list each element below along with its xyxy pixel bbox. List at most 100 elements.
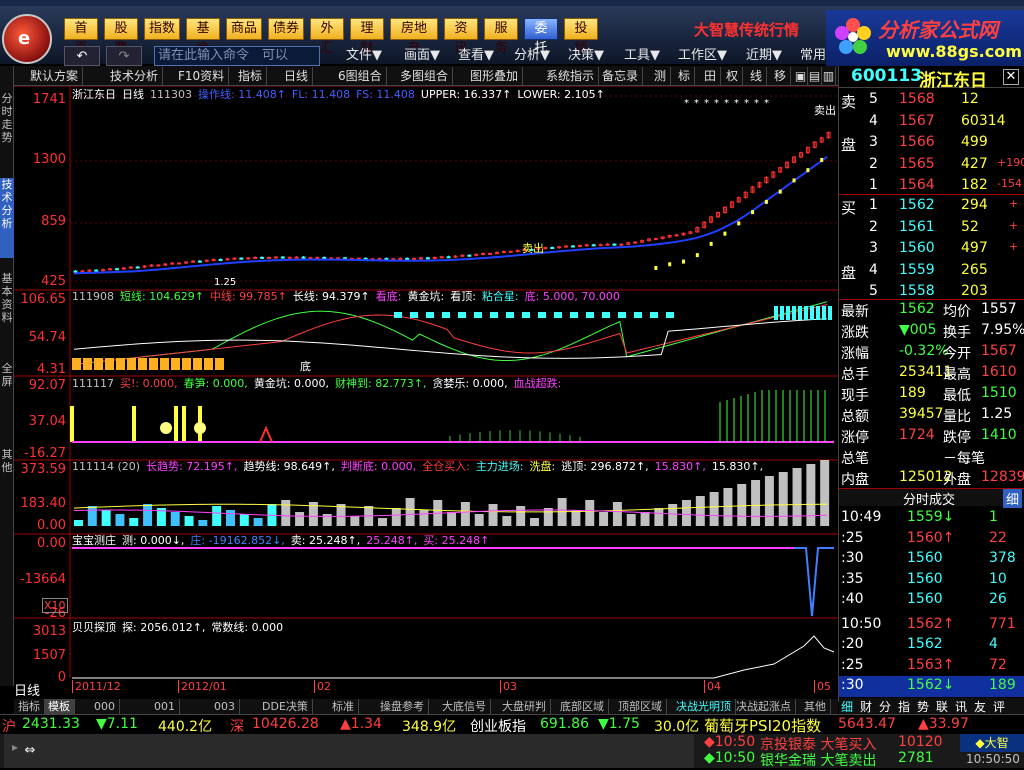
quote-tab-5[interactable]: 联 (936, 698, 948, 715)
tick-row-5[interactable]: 10:50 1562↑ 771 (839, 615, 1024, 636)
menu-button-0[interactable]: 首页 (64, 18, 98, 56)
menu-button-11[interactable]: 委托 (524, 18, 558, 56)
toolbar-item-4[interactable]: 日线 (280, 67, 314, 85)
nav-menu-item-4[interactable]: 决策▼ (568, 46, 604, 66)
toolbar-item-7[interactable]: 图形叠加 (466, 67, 524, 85)
bottom-tab-9[interactable]: 大盘研判 (498, 699, 551, 714)
stat-row-1[interactable]: 涨跌 ▼005 换手 7.95% (839, 321, 1024, 342)
bottom-tab-2[interactable]: 000 (90, 699, 120, 714)
sz-index[interactable]: 10426.28 (252, 716, 319, 732)
quote-tab-0[interactable]: 细 (841, 698, 853, 715)
nav-menu-item-2[interactable]: 查看▼ (458, 46, 494, 66)
menu-button-8[interactable]: 房地产 (390, 18, 438, 56)
menu-button-12[interactable]: 投顾 (564, 18, 598, 56)
left-tab-0[interactable]: 分时走势 (0, 92, 14, 172)
quote-tab-1[interactable]: 财 (860, 698, 872, 715)
forward-button[interactable]: ↷ (106, 46, 142, 66)
stat-row-0[interactable]: 最新 1562 均价 1557 (839, 300, 1024, 321)
menu-button-2[interactable]: 指数 (144, 18, 180, 40)
toolbar-item-1[interactable]: 技术分析 (106, 67, 164, 85)
ask-row-0[interactable]: 卖 5 1568 12 (839, 90, 1024, 111)
app-logo[interactable]: e (2, 14, 52, 64)
toolbar-item-11[interactable]: 标 (674, 67, 696, 85)
tick-row-4[interactable]: :40 1560 26 (839, 590, 1024, 611)
nav-menu-item-1[interactable]: 画面▼ (404, 46, 440, 66)
bottom-tab-10[interactable]: 底部区域 (556, 699, 609, 714)
menu-button-3[interactable]: 基金 (186, 18, 220, 56)
stat-row-2[interactable]: 涨幅 -0.32% 今开 1567 (839, 342, 1024, 363)
tick-row-7[interactable]: :25 1563↑ 72 (839, 656, 1024, 677)
news-slider-icon[interactable]: ⇔ (20, 734, 40, 768)
left-tab-4[interactable]: 其他 (0, 448, 14, 488)
bottom-tab-13[interactable]: 决战起涨点 (732, 699, 796, 714)
toolbar-item-9[interactable]: 备忘录 (598, 67, 644, 85)
bottom-tab-1[interactable]: 模板 (44, 699, 75, 714)
tick-row-2[interactable]: :30 1560 378 (839, 549, 1024, 570)
toolbar-window-icon-1[interactable]: ▤ (808, 67, 822, 85)
bottom-tab-11[interactable]: 顶部区域 (614, 699, 667, 714)
quote-tab-2[interactable]: 分 (879, 698, 891, 715)
nav-menu-item-3[interactable]: 分析▼ (514, 46, 550, 66)
menu-button-6[interactable]: 外汇 (310, 18, 344, 56)
left-tab-2[interactable]: 基本资料 (0, 272, 14, 352)
toolbar-window-icon-0[interactable]: ▣ (794, 67, 808, 85)
nav-menu-item-5[interactable]: 工具▼ (624, 46, 660, 66)
nav-menu-item-6[interactable]: 工作区▼ (678, 46, 727, 66)
menu-button-1[interactable]: 股票 (104, 18, 138, 56)
left-tab-3[interactable]: 全屏 (0, 362, 14, 402)
quote-tab-7[interactable]: 友 (974, 698, 986, 715)
stat-row-8[interactable]: 内盘125012外盘128399 (839, 468, 1024, 489)
toolbar-item-0[interactable]: 默认方案 (26, 67, 84, 85)
toolbar-window-icon-2[interactable]: ▥ (822, 67, 836, 85)
cy-index[interactable]: 691.86 (540, 716, 589, 732)
toolbar-item-14[interactable]: 线 (746, 67, 768, 85)
back-button[interactable]: ↶ (64, 46, 100, 66)
command-input[interactable]: 请在此输入命令 可以 (154, 46, 320, 66)
toolbar-item-2[interactable]: F10资料 (174, 67, 230, 85)
stat-row-4[interactable]: 现手 189 最低 1510 (839, 384, 1024, 405)
bottom-tab-0[interactable]: 指标 (14, 699, 45, 714)
menu-button-9[interactable]: 资讯 (444, 18, 478, 56)
nav-menu-item-0[interactable]: 文件▼ (346, 46, 382, 66)
tick-row-1[interactable]: :25 1560↑ 22 (839, 529, 1024, 550)
nav-menu-item-7[interactable]: 近期▼ (746, 46, 782, 66)
stat-row-5[interactable]: 总额 39457 量比 1.25 (839, 405, 1024, 426)
quote-tab-3[interactable]: 指 (898, 698, 910, 715)
bottom-tab-4[interactable]: 003 (210, 699, 240, 714)
tick-row-8[interactable]: :30 1562↓ 189 (839, 676, 1024, 697)
bottom-tab-12[interactable]: 决战光明顶 (672, 699, 736, 714)
bottom-tab-7[interactable]: 操盘参考 (376, 699, 429, 714)
bid-row-1[interactable]: 2 1561 52 + (839, 218, 1024, 239)
toolbar-item-3[interactable]: 指标 (234, 67, 268, 85)
bottom-tab-6[interactable]: 标准 (328, 699, 359, 714)
menu-button-5[interactable]: 债券 (268, 18, 304, 40)
quote-tab-6[interactable]: 讯 (955, 698, 967, 715)
toolbar-item-8[interactable]: 系统指示 (542, 67, 600, 85)
bid-row-0[interactable]: 买 1 1562 294 + (839, 196, 1024, 217)
toolbar-item-15[interactable]: 移 (770, 67, 792, 85)
bottom-tab-3[interactable]: 001 (150, 699, 180, 714)
menu-button-7[interactable]: 理财 (350, 18, 384, 56)
news2-text[interactable]: 银华金瑞 大笔卖出 (760, 750, 876, 770)
close-panel-icon[interactable]: ✕ (1003, 69, 1019, 85)
tick-row-3[interactable]: :35 1560 10 (839, 570, 1024, 591)
toolbar-item-12[interactable]: 田 (700, 67, 722, 85)
tick-row-0[interactable]: 10:49 1559↓ 1 (839, 508, 1024, 529)
ticks-detail-tab[interactable]: 细 (1003, 489, 1023, 508)
bid-row-3[interactable]: 盘 4 1559 265 (839, 261, 1024, 282)
ask-row-1[interactable]: 4 1567 60314 (839, 112, 1024, 133)
tick-row-6[interactable]: :20 1562 4 (839, 635, 1024, 656)
left-tab-1[interactable]: 技术分析 (0, 178, 14, 258)
toolbar-item-5[interactable]: 6图组合 (334, 67, 387, 85)
quote-tab-4[interactable]: 势 (917, 698, 929, 715)
toolbar-item-10[interactable]: 测 (650, 67, 672, 85)
bottom-tab-8[interactable]: 大底信号 (438, 699, 491, 714)
quote-tab-8[interactable]: 评 (993, 698, 1005, 715)
toolbar-item-13[interactable]: 权 (722, 67, 744, 85)
bottom-tab-5[interactable]: DDE决策 (258, 699, 313, 714)
stat-row-6[interactable]: 涨停 1724 跌停 1410 (839, 426, 1024, 447)
sh-index[interactable]: 2431.33 (22, 716, 80, 732)
ask-row-2[interactable]: 盘 3 1566 499 (839, 133, 1024, 154)
stat-row-7[interactable]: 总笔 －每笔 (839, 447, 1024, 468)
toolbar-item-6[interactable]: 多图组合 (396, 67, 454, 85)
